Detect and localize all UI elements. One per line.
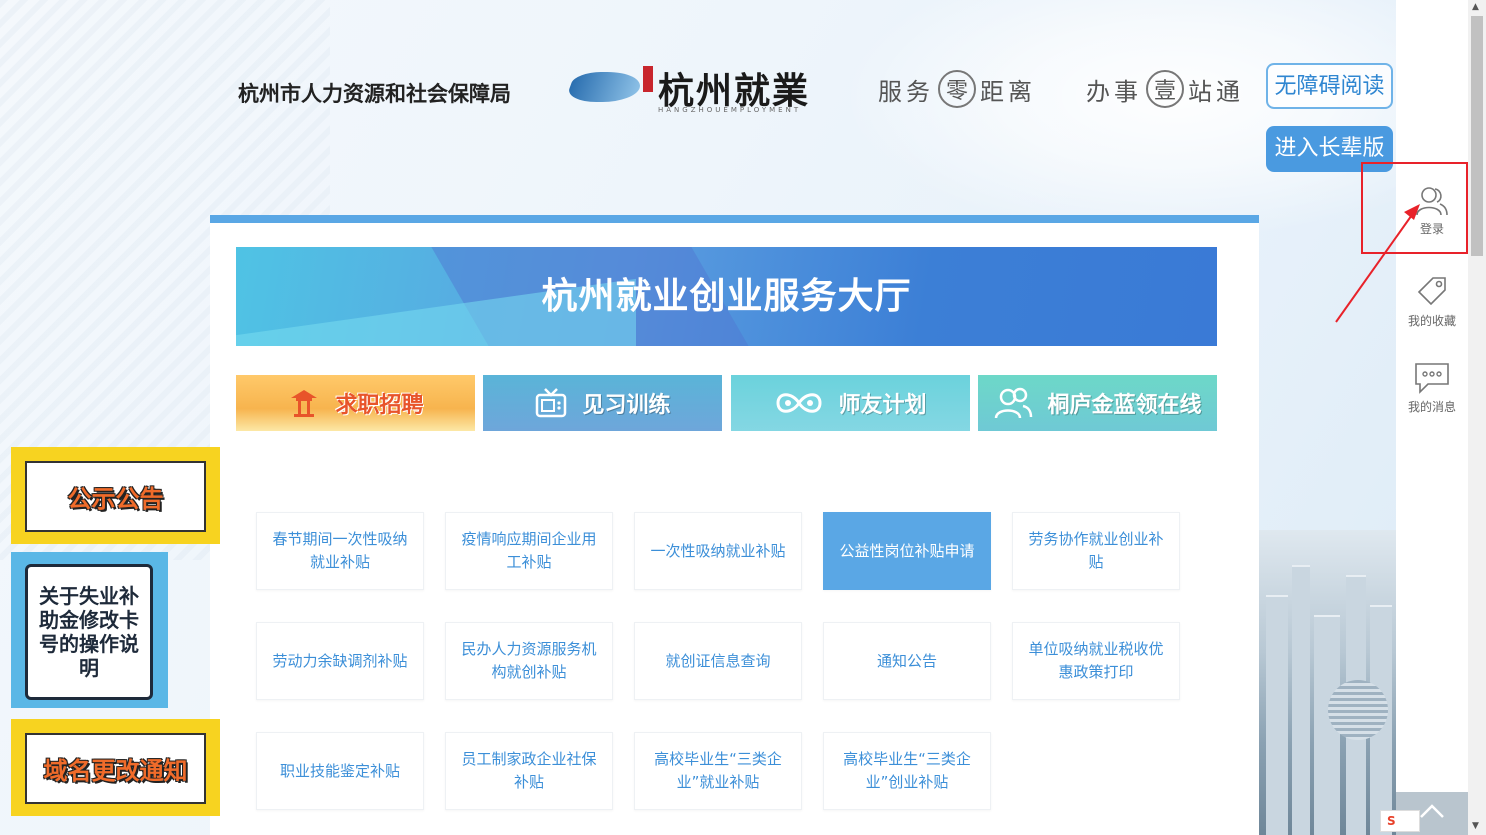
service-card-spring-festival-hiring[interactable]: 春节期间一次性吸纳就业补贴 xyxy=(256,512,424,590)
service-card-one-time-hiring-subsidy[interactable]: 一次性吸纳就业补贴 xyxy=(634,512,802,590)
org-title: 杭州市人力资源和社会保障局 xyxy=(238,81,511,106)
slogan-2-circle: 壹 xyxy=(1146,70,1184,108)
public-notice-frame: 公示公告 xyxy=(25,461,206,532)
input-method-icon[interactable]: S xyxy=(1380,810,1420,832)
tv-icon xyxy=(536,388,567,418)
pavilion-icon xyxy=(291,390,318,417)
tab-internship-training-label: 见习训练 xyxy=(582,393,671,418)
service-card-certificate-query[interactable]: 就创证信息查询 xyxy=(634,622,802,700)
page-scrollbar[interactable]: ▲ ▼ xyxy=(1468,0,1486,835)
service-card-graduate-employment[interactable]: 高校毕业生“三类企业”就业补贴 xyxy=(634,732,802,810)
slogan-2-pre: 办事 xyxy=(1086,77,1142,106)
logo-subtitle: HANGZHOUEMPLOYMENT xyxy=(658,106,802,114)
tab-tonglu-gold-collar[interactable]: 桐庐金蓝领在线 xyxy=(978,375,1217,431)
elder-mode-button[interactable]: 进入长辈版 xyxy=(1266,126,1393,172)
service-card-epidemic-labor-subsidy[interactable]: 疫情响应期间企业用工补贴 xyxy=(445,512,613,590)
hangzhou-employment-logo[interactable]: 杭州就業 HANGZHOUEMPLOYMENT xyxy=(564,62,820,118)
logo-swirl-icon xyxy=(564,72,646,102)
scroll-up-icon[interactable]: ▲ xyxy=(1472,2,1479,12)
banner-title: 杭州就业创业服务大厅 xyxy=(541,276,912,317)
service-card-graduate-entrepreneurship[interactable]: 高校毕业生“三类企业”创业补贴 xyxy=(823,732,991,810)
service-card-tax-policy-print[interactable]: 单位吸纳就业税收优惠政策打印 xyxy=(1012,622,1180,700)
service-card-private-hr-agency[interactable]: 民办人力资源服务机构就创补贴 xyxy=(445,622,613,700)
service-card-skill-appraisal[interactable]: 职业技能鉴定补贴 xyxy=(256,732,424,810)
card-change-notice-label: 关于失业补助金修改卡号的操作说明 xyxy=(39,584,139,680)
slogan-one-stop: 办事 壹 站通 xyxy=(1086,70,1244,108)
scrollbar-thumb[interactable] xyxy=(1471,16,1483,256)
accessibility-reading-button[interactable]: 无障碍阅读 xyxy=(1266,63,1393,109)
slogan-1-post: 距离 xyxy=(980,77,1036,106)
sidebar-item-messages[interactable]: 我的消息 xyxy=(1396,362,1468,415)
service-card-labor-surplus-adjust[interactable]: 劳动力余缺调剂补贴 xyxy=(256,622,424,700)
service-card-housekeeping-social-security[interactable]: 员工制家政企业社保补贴 xyxy=(445,732,613,810)
card-change-notice-frame: 关于失业补助金修改卡号的操作说明 xyxy=(25,564,153,700)
tab-mentor-program-label: 师友计划 xyxy=(838,393,927,418)
service-hall-banner: 杭州就业创业服务大厅 xyxy=(236,247,1217,346)
sidebar-favorites-label: 我的收藏 xyxy=(1407,314,1456,328)
tab-mentor-program[interactable]: 师友计划 xyxy=(731,375,970,431)
public-notice-label: 公示公告 xyxy=(67,485,164,513)
right-sidebar: 登录 我的收藏 我的消息 xyxy=(1396,0,1468,835)
slogan-zero-distance: 服务 零 距离 xyxy=(878,70,1036,108)
tab-internship-training[interactable]: 见习训练 xyxy=(483,375,722,431)
service-card-public-welfare-post[interactable]: 公益性岗位补贴申请 xyxy=(823,512,991,590)
slogan-1-pre: 服务 xyxy=(878,77,934,106)
logo-seal-icon xyxy=(643,66,653,92)
chevron-up-icon xyxy=(1420,804,1444,818)
tag-icon xyxy=(1417,277,1446,306)
public-notice-banner[interactable]: 公示公告 xyxy=(11,447,220,544)
message-icon xyxy=(1415,363,1449,394)
domain-change-notice-frame: 域名更改通知 xyxy=(25,733,206,804)
sidebar-messages-label: 我的消息 xyxy=(1407,400,1456,414)
tab-job-recruitment[interactable]: 求职招聘 xyxy=(236,375,475,431)
tab-job-recruitment-label: 求职招聘 xyxy=(335,393,424,418)
sidebar-item-login[interactable]: 登录 xyxy=(1396,186,1468,237)
service-card-notices[interactable]: 通知公告 xyxy=(823,622,991,700)
city-illustration xyxy=(1258,530,1396,835)
slogan-1-circle: 零 xyxy=(938,70,976,108)
user-icon xyxy=(1416,187,1448,216)
sidebar-login-label: 登录 xyxy=(1419,222,1444,236)
background-cloud xyxy=(840,0,1400,240)
sidebar-item-favorites[interactable]: 我的收藏 xyxy=(1396,276,1468,329)
service-hall-panel: 杭州就业创业服务大厅 求职招聘 见习训练 师友计划 桐庐金蓝领在线 春节期间一次… xyxy=(210,215,1259,835)
tab-tonglu-gold-collar-label: 桐庐金蓝领在线 xyxy=(1047,393,1202,418)
domain-change-notice-banner[interactable]: 域名更改通知 xyxy=(11,719,220,816)
service-card-labor-cooperation[interactable]: 劳务协作就业创业补贴 xyxy=(1012,512,1180,590)
people-icon xyxy=(995,387,1033,419)
infinity-icon xyxy=(776,393,822,413)
domain-change-notice-label: 域名更改通知 xyxy=(43,757,188,785)
scroll-down-icon[interactable]: ▼ xyxy=(1472,821,1479,831)
card-change-notice-banner[interactable]: 关于失业补助金修改卡号的操作说明 xyxy=(11,552,168,708)
slogan-2-post: 站通 xyxy=(1188,77,1244,106)
